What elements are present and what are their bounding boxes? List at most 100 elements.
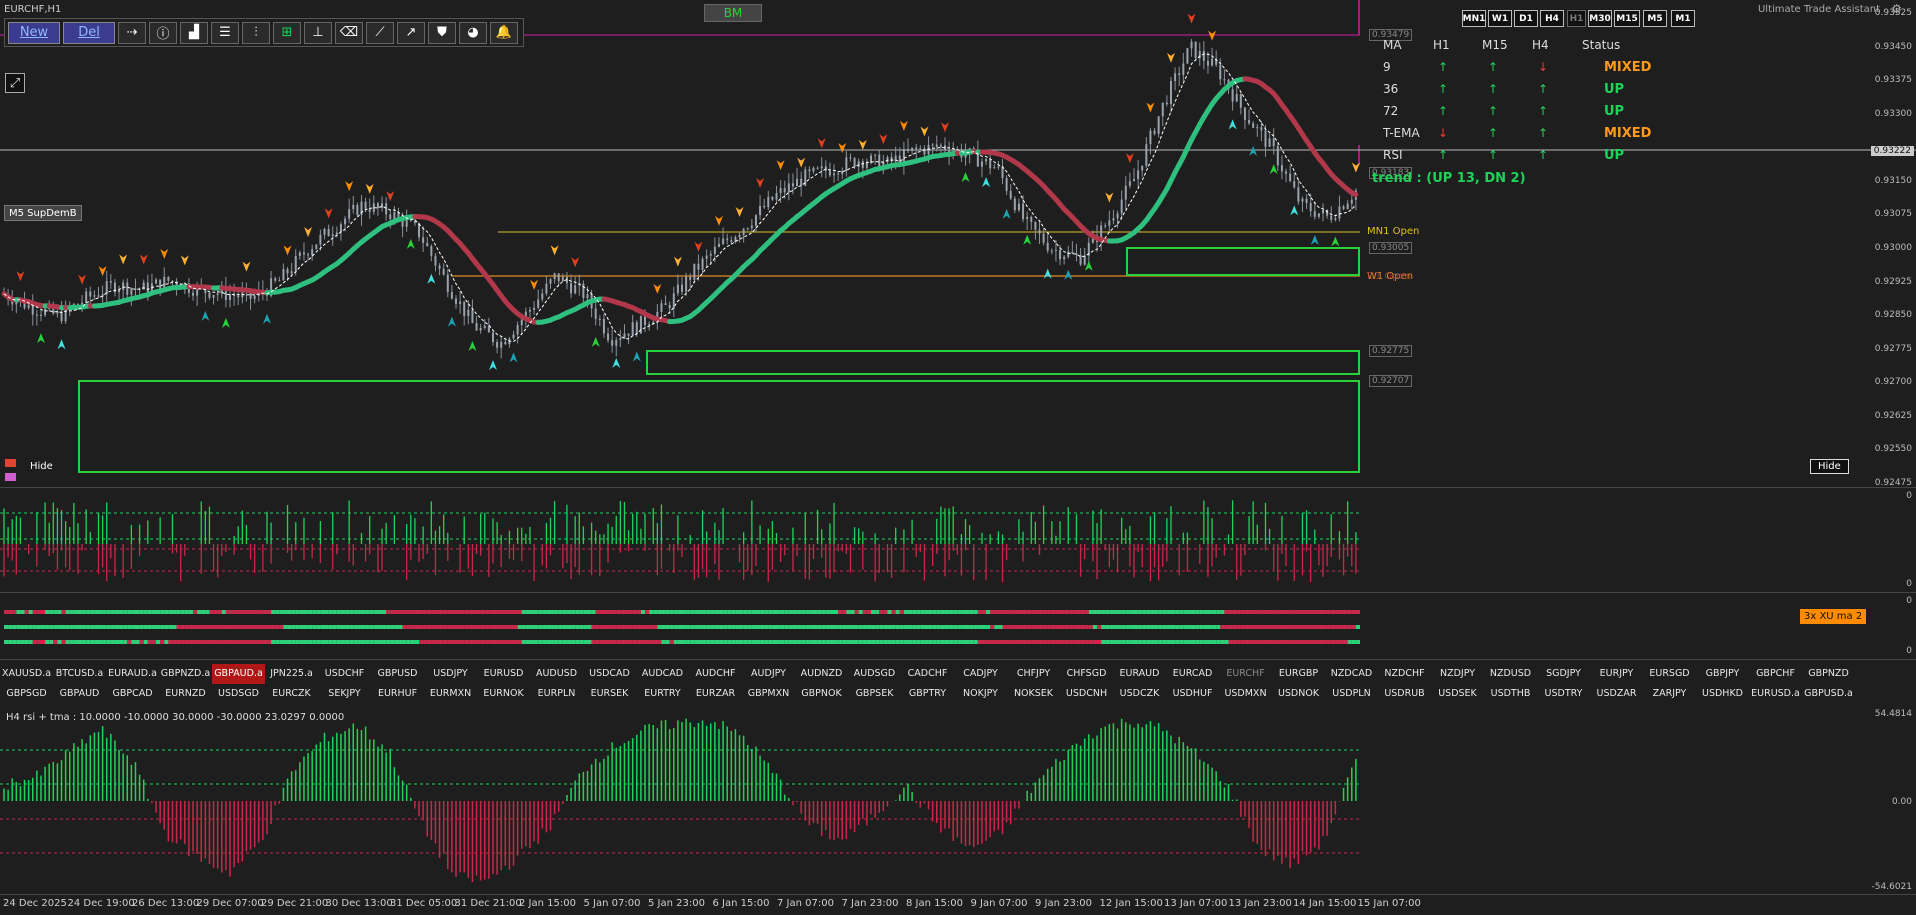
timeframe-h1-button[interactable]: H1 <box>1567 10 1586 27</box>
timeframe-m15-button[interactable]: M15 <box>1614 10 1640 27</box>
symbol-button[interactable]: GBPCAD <box>106 684 159 704</box>
symbol-button[interactable]: CHFSGD <box>1060 664 1113 684</box>
symbol-button[interactable]: USDCZK <box>1113 684 1166 704</box>
hide-left-button[interactable]: Hide <box>30 461 53 472</box>
symbol-button[interactable]: NZDCAD <box>1325 664 1378 684</box>
symbol-button[interactable]: USDSEK <box>1431 684 1484 704</box>
list-icon[interactable]: ☰ <box>211 21 239 44</box>
symbol-button[interactable]: NZDUSD <box>1484 664 1537 684</box>
timeframe-mn1-button[interactable]: MN1 <box>1462 10 1486 27</box>
symbol-button[interactable]: USDZAR <box>1590 684 1643 704</box>
symbol-button[interactable]: BTCUSD.a <box>53 664 106 684</box>
symbol-button[interactable]: EURUSD.a <box>1749 684 1802 704</box>
symbol-button[interactable]: ZARJPY <box>1643 684 1696 704</box>
eraser-icon[interactable]: ⌫ <box>335 21 363 44</box>
symbol-button[interactable]: EURGBP <box>1272 664 1325 684</box>
symbol-button[interactable]: GBPAUD.a <box>212 664 265 684</box>
symbol-button[interactable]: EURTRY <box>636 684 689 704</box>
symbol-button[interactable]: CADCHF <box>901 664 954 684</box>
main-chart-pane[interactable]: EURCHF,H1 Ultimate Trade Assistant ⚙ New… <box>0 0 1916 488</box>
symbol-button[interactable]: NOKSEK <box>1007 684 1060 704</box>
timeframe-m5-button[interactable]: M5 <box>1643 10 1667 27</box>
symbol-button[interactable]: EURSGD <box>1643 664 1696 684</box>
symbol-button[interactable]: USDTHB <box>1484 684 1537 704</box>
symbol-button[interactable]: GBPSGD <box>0 684 53 704</box>
timeframe-m1-button[interactable]: M1 <box>1671 10 1695 27</box>
symbol-button[interactable]: AUDUSD <box>530 664 583 684</box>
symbol-button[interactable]: GBPJPY <box>1696 664 1749 684</box>
symbol-button[interactable]: AUDSGD <box>848 664 901 684</box>
timeframe-w1-button[interactable]: W1 <box>1488 10 1512 27</box>
symbol-button[interactable]: USDCNH <box>1060 684 1113 704</box>
symbol-button[interactable]: AUDCAD <box>636 664 689 684</box>
symbol-button[interactable]: AUDCHF <box>689 664 742 684</box>
symbol-button[interactable]: XAUUSD.a <box>0 664 53 684</box>
symbol-button[interactable]: GBPUSD.a <box>1802 684 1855 704</box>
symbol-button[interactable]: CADJPY <box>954 664 1007 684</box>
symbol-button[interactable]: USDCHF <box>318 664 371 684</box>
symbol-button[interactable]: GBPUSD <box>371 664 424 684</box>
symbol-button[interactable]: USDSGD <box>212 684 265 704</box>
symbol-button[interactable]: GBPMXN <box>742 684 795 704</box>
symbol-button[interactable]: EURHUF <box>371 684 424 704</box>
symbol-button[interactable]: GBPCHF <box>1749 664 1802 684</box>
symbol-button[interactable]: GBPTRY <box>901 684 954 704</box>
symbol-button[interactable]: NZDCHF <box>1378 664 1431 684</box>
symbol-button[interactable]: USDMXN <box>1219 684 1272 704</box>
symbol-button[interactable]: USDPLN <box>1325 684 1378 704</box>
del-button[interactable]: Del <box>63 21 115 44</box>
symbol-button[interactable]: GBPNOK <box>795 684 848 704</box>
timeframe-m30-button[interactable]: M30 <box>1588 10 1612 27</box>
info-icon[interactable]: ⓘ <box>149 21 177 44</box>
bars-icon[interactable]: ▟ <box>180 21 208 44</box>
line-icon[interactable]: ⊥ <box>304 21 332 44</box>
symbol-button[interactable]: AUDNZD <box>795 664 848 684</box>
symbol-button[interactable]: GBPNZD.a <box>159 664 212 684</box>
cursor-icon[interactable]: ⇢ <box>118 21 146 44</box>
symbol-button[interactable]: USDNOK <box>1272 684 1325 704</box>
timeframe-d1-button[interactable]: D1 <box>1514 10 1538 27</box>
symbol-button[interactable]: EURUSD <box>477 664 530 684</box>
timeframe-h4-button[interactable]: H4 <box>1540 10 1564 27</box>
hide-right-button[interactable]: Hide <box>1810 459 1849 474</box>
symbol-button[interactable]: USDCAD <box>583 664 636 684</box>
symbol-button[interactable]: AUDJPY <box>742 664 795 684</box>
bell-icon[interactable]: 🔔 <box>490 21 518 44</box>
shield-icon[interactable]: ⛊ <box>428 21 456 44</box>
symbol-button[interactable]: EURMXN <box>424 684 477 704</box>
symbol-button[interactable]: GBPNZD <box>1802 664 1855 684</box>
rsi-pane[interactable]: H4 rsi + tma : 10.0000 -10.0000 30.0000 … <box>0 707 1916 895</box>
plus-icon[interactable]: ⊞ <box>273 21 301 44</box>
symbol-button[interactable]: USDTRY <box>1537 684 1590 704</box>
symbol-button[interactable]: NZDJPY <box>1431 664 1484 684</box>
chart-icon[interactable]: ⫶ <box>242 21 270 44</box>
symbol-button[interactable]: EURJPY <box>1590 664 1643 684</box>
symbol-button[interactable]: EURCHF <box>1219 664 1272 684</box>
symbol-button[interactable]: USDJPY <box>424 664 477 684</box>
symbol-button[interactable]: JPN225.a <box>265 664 318 684</box>
symbol-button[interactable]: EURAUD <box>1113 664 1166 684</box>
xu-ma-pane[interactable]: 3x XU ma 2 0 0 <box>0 594 1916 660</box>
symbol-button[interactable]: USDRUB <box>1378 684 1431 704</box>
symbol-button[interactable]: EURCZK <box>265 684 318 704</box>
symbol-button[interactable]: GBPSEK <box>848 684 901 704</box>
trend-icon[interactable]: ⟋ <box>366 21 394 44</box>
supdem-label[interactable]: M5 SupDemB <box>4 205 82 221</box>
symbol-button[interactable]: CHFJPY <box>1007 664 1060 684</box>
symbol-button[interactable]: USDHUF <box>1166 684 1219 704</box>
symbol-button[interactable]: SGDJPY <box>1537 664 1590 684</box>
symbol-button[interactable]: SEKJPY <box>318 684 371 704</box>
pie-icon[interactable]: ◕ <box>459 21 487 44</box>
symbol-button[interactable]: USDHKD <box>1696 684 1749 704</box>
symbol-button[interactable]: EURNOK <box>477 684 530 704</box>
trendline-icon[interactable]: ↗ <box>397 21 425 44</box>
symbol-button[interactable]: GBPAUD <box>53 684 106 704</box>
symbol-button[interactable]: EURAUD.a <box>106 664 159 684</box>
histogram-pane[interactable]: 0 0 <box>0 489 1916 593</box>
new-button[interactable]: New <box>8 21 60 44</box>
symbol-button[interactable]: EURCAD <box>1166 664 1219 684</box>
symbol-button[interactable]: EURPLN <box>530 684 583 704</box>
symbol-button[interactable]: NOKJPY <box>954 684 1007 704</box>
symbol-button[interactable]: EURSEK <box>583 684 636 704</box>
symbol-button[interactable]: EURZAR <box>689 684 742 704</box>
